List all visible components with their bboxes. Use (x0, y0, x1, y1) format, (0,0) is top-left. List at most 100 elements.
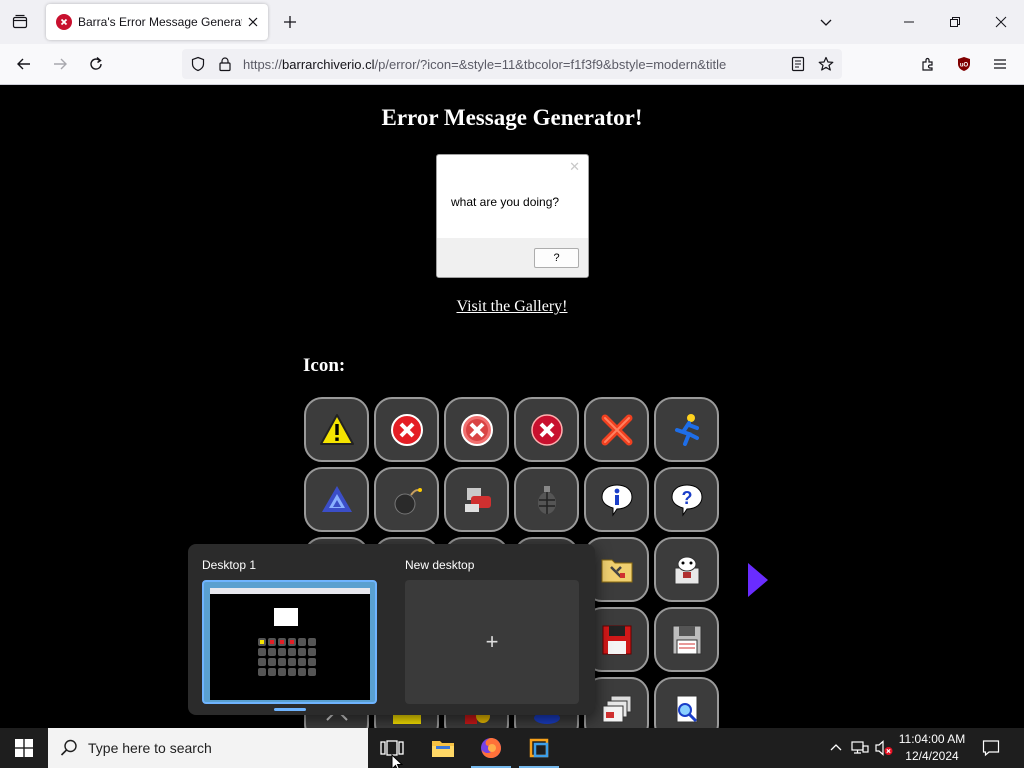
restore-icon (950, 17, 960, 27)
clock-date: 12/4/2024 (905, 749, 959, 763)
error-favicon-icon (56, 14, 72, 30)
action-center-button[interactable] (981, 738, 1001, 758)
forward-button[interactable] (46, 50, 74, 78)
icon-heading: Icon: (303, 355, 346, 376)
icon-option-triangle[interactable] (304, 467, 369, 532)
icon-option-aim-runner[interactable] (654, 397, 719, 462)
cow-computer-icon (674, 556, 699, 584)
ublock-button[interactable]: uO (950, 50, 978, 78)
plus-icon (284, 16, 296, 28)
icon-option-info[interactable] (584, 467, 649, 532)
gallery-link-row: Visit the Gallery! (0, 298, 1024, 316)
next-page-arrow-icon[interactable] (748, 563, 768, 597)
network-button[interactable] (850, 738, 870, 758)
icon-option-search-doc[interactable] (654, 677, 719, 728)
icon-option-question[interactable]: ? (654, 467, 719, 532)
dialog-button[interactable]: ? (534, 248, 579, 268)
virtualbox-icon (529, 738, 549, 758)
app-menu-button[interactable] (986, 50, 1014, 78)
notification-icon (982, 740, 1000, 757)
error-x-icon (390, 413, 423, 446)
grenade-icon (537, 485, 556, 514)
robot-hand-icon (464, 487, 491, 512)
task-view-panel: Desktop 1 New desktop + (188, 544, 595, 715)
start-button[interactable] (0, 728, 48, 768)
url-prefix: https:// (243, 57, 283, 72)
windows-taskbar: Type here to search 11:04:00 AM 12/4/202… (0, 728, 1024, 768)
aim-triangle-icon (321, 485, 352, 512)
chevron-up-icon (830, 744, 842, 751)
bomb-icon (394, 487, 422, 514)
file-explorer-button[interactable] (419, 728, 467, 768)
dialog-message: what are you doing? (451, 195, 560, 209)
url-host: barrarchiverio.cl (282, 57, 375, 72)
icon-option-error[interactable] (374, 397, 439, 462)
taskbar-search-box[interactable]: Type here to search (48, 728, 368, 768)
icon-option-robot-hand[interactable] (444, 467, 509, 532)
tab-list-icon (12, 14, 28, 29)
running-man-icon (674, 413, 699, 446)
icon-option-red-x[interactable] (584, 397, 649, 462)
warning-icon (319, 413, 354, 445)
icon-option-error-dark[interactable] (514, 397, 579, 462)
folder-icon (432, 741, 454, 757)
page-title: Error Message Generator! (381, 105, 643, 130)
desktop-1-thumbnail[interactable] (202, 580, 377, 704)
close-window-button[interactable] (978, 0, 1024, 44)
error-x-dark-icon (530, 413, 563, 446)
list-all-tabs-button[interactable] (812, 8, 840, 36)
restore-button[interactable] (932, 0, 978, 44)
error-x-faded-icon (460, 413, 493, 446)
icon-option-floppy[interactable] (654, 607, 719, 672)
network-icon (851, 741, 869, 754)
stacked-windows-icon (602, 695, 631, 722)
extensions-button[interactable] (914, 50, 942, 78)
error-dialog-preview: ✕ what are you doing? ? (436, 154, 589, 278)
search-icon (60, 739, 77, 756)
tab-list-button[interactable] (6, 8, 34, 36)
hamburger-menu-icon (994, 59, 1006, 69)
desktop-1-preview (210, 588, 370, 700)
new-tab-button[interactable] (276, 8, 304, 36)
desktop-1-label: Desktop 1 (202, 558, 257, 572)
browser-tab-bar: Barra's Error Message Generator (0, 0, 1024, 44)
mouse-cursor-icon (391, 754, 403, 768)
show-hidden-icons-button[interactable] (826, 738, 846, 758)
virtualbox-button[interactable] (515, 728, 563, 768)
icon-option-bomb[interactable] (374, 467, 439, 532)
search-placeholder: Type here to search (88, 740, 212, 756)
red-floppy-icon (602, 625, 631, 654)
info-bubble-icon (600, 483, 633, 517)
floppy-icon (672, 625, 701, 654)
puzzle-icon (922, 57, 933, 71)
new-desktop-label: New desktop (405, 558, 475, 572)
icon-option-cow[interactable] (654, 537, 719, 602)
dialog-footer: ? (437, 238, 588, 277)
red-x-icon (601, 414, 632, 445)
visit-gallery-link[interactable]: Visit the Gallery! (456, 298, 567, 315)
back-button[interactable] (10, 50, 38, 78)
volume-muted-icon (875, 740, 893, 756)
url-path: /p/error/?icon=&style=11&tbcolor=f1f3f9&… (374, 57, 727, 72)
close-tab-icon[interactable] (246, 15, 260, 29)
folder-tools-icon (601, 559, 632, 582)
active-tab[interactable]: Barra's Error Message Generator (46, 4, 268, 40)
firefox-button[interactable] (467, 728, 515, 768)
taskbar-clock[interactable]: 11:04:00 AM 12/4/2024 (892, 731, 972, 765)
volume-button[interactable] (874, 738, 894, 758)
icon-option-warning[interactable] (304, 397, 369, 462)
firefox-icon (481, 738, 501, 758)
current-desktop-indicator (274, 708, 306, 711)
new-desktop-button[interactable]: + (405, 580, 579, 704)
url-text[interactable]: https://barrarchiverio.cl/p/error/?icon=… (243, 57, 783, 72)
minimize-button[interactable] (886, 0, 932, 44)
close-icon (995, 16, 1007, 28)
icon-option-error-faded[interactable] (444, 397, 509, 462)
reader-view-icon[interactable] (790, 56, 806, 72)
bookmark-star-icon[interactable] (818, 56, 834, 72)
address-bar[interactable]: https://barrarchiverio.cl/p/error/?icon=… (182, 49, 842, 79)
icon-option-grenade[interactable] (514, 467, 579, 532)
reload-button[interactable] (82, 50, 110, 78)
tracking-shield-icon[interactable] (190, 56, 206, 72)
lock-icon[interactable] (217, 56, 233, 72)
